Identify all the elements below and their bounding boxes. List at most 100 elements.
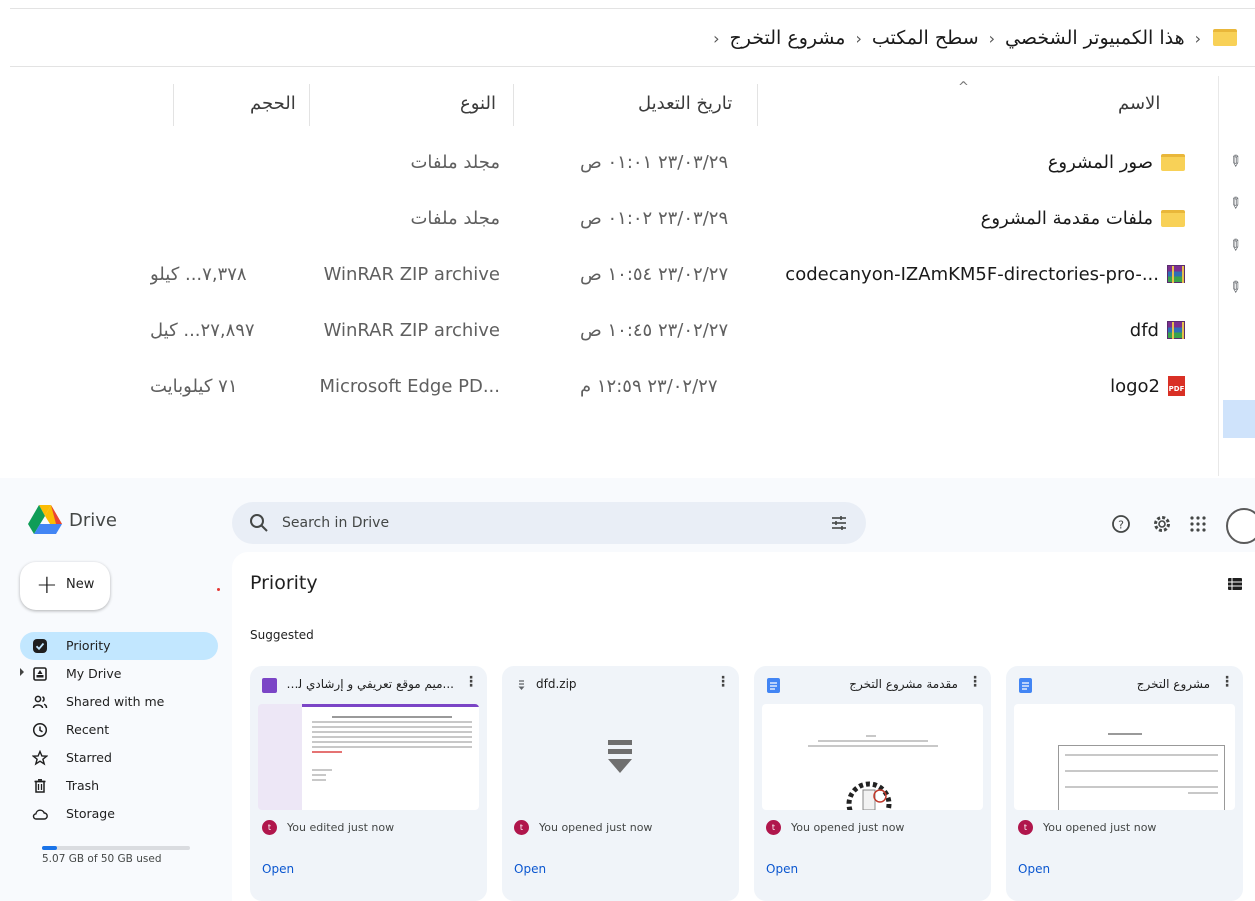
folder-icon: [1161, 153, 1185, 171]
file-size: ٧,٣٧٨... كيلو: [150, 263, 247, 285]
university-logo: [846, 781, 892, 810]
section-heading: Suggested: [250, 628, 314, 642]
chevron-icon: ‹: [988, 28, 996, 48]
file-type: Microsoft Edge PD...: [319, 375, 500, 397]
storage-usage-bar: [42, 846, 190, 850]
sidebar-item-starred[interactable]: Starred: [20, 744, 218, 772]
chevron-icon: ‹: [1194, 28, 1201, 48]
file-list: ^ الاسم تاريخ التعديل النوع الحجم صور ال…: [0, 76, 1210, 476]
file-row[interactable]: صور المشروع ٢٣/٠٣/٢٩ ٠١:٠١ ص مجلد ملفات: [150, 142, 1190, 182]
file-size: ٧١ كيلوبايت: [150, 375, 238, 397]
divider: [10, 66, 1255, 67]
column-header-type[interactable]: النوع: [460, 88, 496, 118]
chevron-icon[interactable]: ‹: [713, 29, 719, 48]
suggested-file-card[interactable]: dfd.zip ⋮ t You opened just now Open: [502, 666, 739, 901]
column-divider[interactable]: [309, 84, 310, 126]
open-button[interactable]: Open: [514, 862, 546, 876]
search-icon[interactable]: [248, 512, 270, 534]
column-divider[interactable]: [513, 84, 514, 126]
card-title: ...ميم موقع تعريفي و إرشادي لمدينة الخلي…: [284, 677, 454, 691]
suggested-file-card[interactable]: ...ميم موقع تعريفي و إرشادي لمدينة الخلي…: [250, 666, 487, 901]
pin-icon[interactable]: ✎: [1224, 192, 1246, 214]
sidebar-item-label: My Drive: [66, 666, 122, 681]
pin-icon[interactable]: ✎: [1224, 150, 1246, 172]
file-row[interactable]: ملفات مقدمة المشروع ٢٣/٠٣/٢٩ ٠١:٠٢ ص مجل…: [150, 198, 1190, 238]
pin-icon[interactable]: ✎: [1224, 276, 1246, 298]
sidebar-item-label: Recent: [66, 722, 110, 737]
sidebar-nav: Priority My Drive Shared with me Recent …: [20, 632, 218, 828]
file-preview-thumbnail: [510, 704, 731, 810]
sidebar-item-storage[interactable]: Storage: [20, 800, 218, 828]
card-title: مشروع التخرج: [1136, 677, 1210, 691]
breadcrumb-item[interactable]: سطح المكتب: [872, 27, 979, 49]
pin-icon[interactable]: ✎: [1224, 234, 1246, 256]
sidebar-item-recent[interactable]: Recent: [20, 716, 218, 744]
drive-logo-icon[interactable]: [28, 504, 62, 534]
file-date: ٢٣/٠٣/٢٩ ٠١:٠١ ص: [580, 151, 729, 173]
selected-quick-access-item[interactable]: [1223, 400, 1255, 438]
more-options-icon[interactable]: ⋮: [968, 674, 982, 690]
account-avatar[interactable]: [1226, 508, 1255, 544]
docs-icon: [767, 678, 780, 693]
file-explorer-window: ‹ هذا الكمبيوتر الشخصي ‹ سطح المكتب ‹ مش…: [0, 0, 1255, 478]
shared-icon: [32, 695, 48, 709]
more-options-icon[interactable]: ⋮: [1220, 674, 1234, 690]
zip-icon: [518, 680, 525, 690]
notification-dot: [217, 588, 220, 591]
search-options-icon[interactable]: [830, 514, 848, 532]
column-divider[interactable]: [173, 84, 174, 126]
avatar: t: [766, 819, 781, 835]
quick-access-pins: ✎ ✎ ✎ ✎: [1218, 76, 1255, 476]
column-header-name[interactable]: الاسم: [1118, 88, 1160, 118]
new-button[interactable]: + New: [20, 562, 110, 610]
brand-name: Drive: [69, 510, 117, 531]
folder-icon: [1161, 209, 1185, 227]
sidebar-item-trash[interactable]: Trash: [20, 772, 218, 800]
apps-grid-icon[interactable]: [1188, 514, 1208, 534]
more-options-icon[interactable]: ⋮: [464, 674, 478, 690]
cloud-icon: [32, 809, 48, 820]
open-button[interactable]: Open: [766, 862, 798, 876]
breadcrumb-item[interactable]: مشروع التخرج: [730, 27, 846, 49]
forms-icon: [262, 678, 277, 693]
docs-icon: [1019, 678, 1032, 693]
file-type: مجلد ملفات: [410, 207, 500, 229]
sidebar-item-shared-with-me[interactable]: Shared with me: [20, 688, 218, 716]
file-row[interactable]: dfd ٢٣/٠٢/٢٧ ١٠:٤٥ ص WinRAR ZIP archive …: [150, 310, 1190, 350]
suggested-file-card[interactable]: مقدمة مشروع التخرج ⋮ t You opened just n…: [754, 666, 991, 901]
file-date: ٢٣/٠٣/٢٩ ٠١:٠٢ ص: [580, 207, 729, 229]
clock-icon: [32, 722, 48, 738]
sidebar-item-priority[interactable]: Priority: [20, 632, 218, 660]
expand-caret-icon[interactable]: [20, 668, 24, 676]
breadcrumb-item[interactable]: هذا الكمبيوتر الشخصي: [1005, 27, 1185, 49]
more-options-icon[interactable]: ⋮: [716, 674, 730, 690]
file-type: مجلد ملفات: [410, 151, 500, 173]
card-activity: You opened just now: [791, 820, 905, 834]
plus-icon: +: [36, 570, 58, 600]
file-row[interactable]: logo2 PDF ٢٣/٠٢/٢٧ ١٢:٥٩ م Microsoft Edg…: [150, 366, 1190, 406]
main-content: Priority Suggested ...ميم موقع تعريفي و …: [232, 552, 1255, 901]
sort-ascending-icon: ^: [958, 80, 969, 95]
file-size: [150, 198, 290, 238]
file-preview-thumbnail: [1014, 704, 1235, 810]
storage-usage-text: 5.07 GB of 50 GB used: [42, 853, 162, 865]
svg-text:?: ?: [1118, 519, 1124, 532]
suggested-file-card[interactable]: مشروع التخرج ⋮ t You opened just now Ope…: [1006, 666, 1243, 901]
column-header-size[interactable]: الحجم: [250, 88, 296, 118]
file-name: صور المشروع: [1047, 151, 1153, 173]
column-header-date[interactable]: تاريخ التعديل: [638, 88, 732, 118]
card-activity: You opened just now: [1043, 820, 1157, 834]
folder-icon: [1211, 29, 1237, 47]
file-name: codecanyon-IZAmKM5F-directories-pro-...: [785, 263, 1159, 285]
column-divider[interactable]: [757, 84, 758, 126]
sidebar-item-my-drive[interactable]: My Drive: [20, 660, 218, 688]
open-button[interactable]: Open: [262, 862, 294, 876]
help-icon[interactable]: ?: [1111, 514, 1131, 534]
open-button[interactable]: Open: [1018, 862, 1050, 876]
file-type: WinRAR ZIP archive: [323, 263, 500, 285]
search-input[interactable]: [282, 502, 802, 544]
page-title: Priority: [250, 572, 318, 594]
file-row[interactable]: codecanyon-IZAmKM5F-directories-pro-... …: [150, 254, 1190, 294]
list-layout-icon[interactable]: [1228, 578, 1242, 590]
settings-gear-icon[interactable]: [1152, 514, 1172, 534]
